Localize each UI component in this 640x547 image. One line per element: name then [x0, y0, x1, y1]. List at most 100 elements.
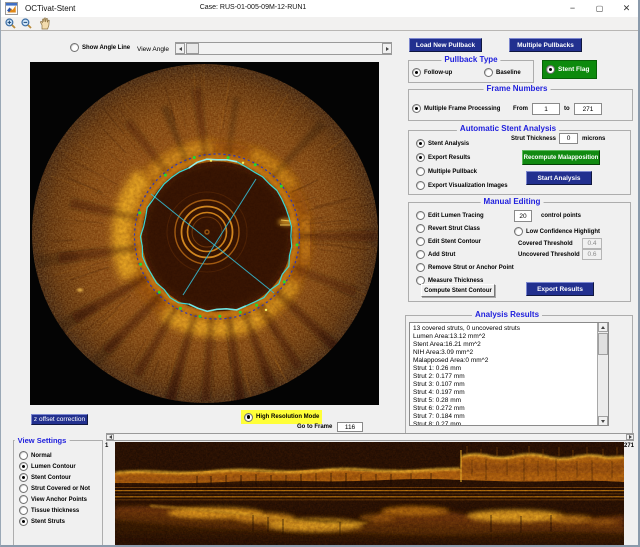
- results-scroll-down[interactable]: [598, 416, 608, 426]
- edit-stent-contour-radio[interactable]: Edit Stent Contour: [416, 237, 481, 246]
- pan-hand-icon[interactable]: [39, 17, 51, 30]
- view-angle-slider[interactable]: [175, 42, 392, 55]
- edit-lumen-tracing-radio-circle[interactable]: [416, 211, 425, 220]
- covered-threshold-input[interactable]: [582, 238, 602, 249]
- zoom-out-icon[interactable]: [21, 18, 32, 29]
- add-strut-label: Add Strut: [428, 252, 455, 258]
- view-normal-radio[interactable]: Normal: [19, 451, 52, 460]
- oct-cross-section-image[interactable]: [30, 62, 379, 405]
- multiple-frame-processing-radio[interactable]: Multiple Frame Processing: [412, 104, 500, 113]
- export-visualization-radio-circle[interactable]: [416, 181, 425, 190]
- export-results-radio[interactable]: Export Results: [416, 153, 470, 162]
- results-scroll-thumb[interactable]: [598, 333, 608, 355]
- baseline-radio-circle[interactable]: [484, 68, 493, 77]
- slider-right-arrow[interactable]: [382, 43, 392, 54]
- baseline-label: Baseline: [496, 70, 521, 76]
- results-scrollbar[interactable]: [597, 323, 608, 425]
- view-lumen-contour-radio-circle[interactable]: [19, 462, 28, 471]
- revert-strut-class-radio-circle[interactable]: [416, 224, 425, 233]
- baseline-radio[interactable]: Baseline: [484, 68, 521, 77]
- uncovered-threshold-label: Uncovered Threshold: [518, 252, 580, 258]
- pullback-type-title: Pullback Type: [441, 55, 500, 64]
- remove-strut-radio-circle[interactable]: [416, 263, 425, 272]
- minimize-button[interactable]: −: [560, 0, 585, 17]
- low-confidence-label: Low Confidence Highlight: [526, 229, 600, 235]
- maximize-button[interactable]: ▢: [587, 0, 612, 17]
- view-normal-radio-circle[interactable]: [19, 451, 28, 460]
- zoom-in-icon[interactable]: [5, 18, 16, 29]
- view-anchor-points-radio[interactable]: View Anchor Points: [19, 495, 87, 504]
- view-tissue-thickness-radio[interactable]: Tissue thickness: [19, 506, 79, 515]
- stent-flag-radio-circle[interactable]: [546, 65, 555, 74]
- view-stent-struts-radio-circle[interactable]: [19, 517, 28, 526]
- view-stent-contour-radio[interactable]: Stent Contour: [19, 473, 71, 482]
- case-label: Case: RUS-01-005-09M-12-RUN1: [200, 4, 307, 11]
- view-lumen-contour-radio[interactable]: Lumen Contour: [19, 462, 76, 471]
- view-stent-contour-radio-circle[interactable]: [19, 473, 28, 482]
- z-offset-correction-button[interactable]: z offset correction: [31, 414, 88, 425]
- stent-analysis-radio-circle[interactable]: [416, 139, 425, 148]
- multiple-pullback-radio[interactable]: Multiple Pullback: [416, 167, 477, 176]
- start-analysis-button[interactable]: Start Analysis: [526, 171, 592, 185]
- followup-radio[interactable]: Follow-up: [412, 68, 452, 77]
- remove-strut-radio[interactable]: Remove Strut or Anchor Point: [416, 263, 514, 272]
- from-frame-input[interactable]: [532, 103, 560, 115]
- export-visualization-radio[interactable]: Export Visualization Images: [416, 181, 508, 190]
- multiple-pullback-radio-circle[interactable]: [416, 167, 425, 176]
- result-line: Strut 5: 0.28 mm: [410, 397, 608, 405]
- auto-analysis-title: Automatic Stent Analysis: [457, 124, 559, 133]
- to-frame-input[interactable]: [574, 103, 602, 115]
- analysis-results-title: Analysis Results: [472, 310, 542, 319]
- strut-thickness-input[interactable]: [559, 133, 578, 144]
- view-stent-struts-radio[interactable]: Stent Struts: [19, 517, 65, 526]
- multiple-pullbacks-button[interactable]: Multiple Pullbacks: [509, 38, 582, 52]
- microns-label: microns: [582, 136, 605, 142]
- manual-editing-title: Manual Editing: [481, 197, 544, 206]
- frame-numbers-title: Frame Numbers: [484, 84, 551, 93]
- view-tissue-thickness-radio-circle[interactable]: [19, 506, 28, 515]
- results-scroll-up[interactable]: [598, 322, 608, 332]
- show-angle-line-radio-circle[interactable]: [70, 43, 79, 52]
- export-results-radio-circle[interactable]: [416, 153, 425, 162]
- close-button[interactable]: ✕: [614, 0, 639, 17]
- slider-thumb[interactable]: [186, 43, 199, 54]
- uncovered-threshold-input[interactable]: [582, 249, 602, 260]
- toolbar: [1, 17, 640, 31]
- multiple-frame-processing-radio-circle[interactable]: [412, 104, 421, 113]
- followup-radio-circle[interactable]: [412, 68, 421, 77]
- show-angle-line-radio[interactable]: Show Angle Line: [70, 43, 130, 52]
- edit-lumen-tracing-label: Edit Lumen Tracing: [428, 213, 484, 219]
- add-strut-radio[interactable]: Add Strut: [416, 250, 455, 259]
- revert-strut-class-radio[interactable]: Revert Strut Class: [416, 224, 480, 233]
- oct-longitudinal-image[interactable]: [115, 442, 624, 547]
- high-resolution-mode-radio[interactable]: High Resolution Mode: [241, 410, 322, 424]
- analysis-results-listbox[interactable]: 13 covered struts, 0 uncovered struts Lu…: [409, 322, 609, 426]
- view-anchor-points-radio-circle[interactable]: [19, 495, 28, 504]
- low-confidence-radio-circle[interactable]: [514, 227, 523, 236]
- low-confidence-radio[interactable]: Low Confidence Highlight: [514, 227, 600, 236]
- load-new-pullback-button[interactable]: Load New Pullback: [409, 38, 482, 52]
- followup-label: Follow-up: [424, 70, 452, 76]
- compute-stent-contour-button[interactable]: Compute Stent Contour: [421, 284, 495, 297]
- strip-start-label: 1: [105, 443, 108, 449]
- control-points-input[interactable]: [514, 210, 532, 222]
- view-strut-covered-radio[interactable]: Strut Covered or Not: [19, 484, 90, 493]
- edit-lumen-tracing-radio[interactable]: Edit Lumen Tracing: [416, 211, 484, 220]
- slider-left-arrow[interactable]: [175, 43, 185, 54]
- export-results-button[interactable]: Export Results: [526, 282, 594, 296]
- strip-scroll-left-arrow[interactable]: [106, 434, 114, 440]
- export-visualization-label: Export Visualization Images: [428, 183, 508, 189]
- view-angle-label: View Angle: [137, 46, 169, 53]
- strip-scroll-right-arrow[interactable]: [626, 434, 634, 440]
- view-stent-struts-label: Stent Struts: [31, 519, 65, 525]
- strip-scrollbar[interactable]: [106, 433, 634, 441]
- strut-thickness-label: Strut Thickness: [511, 136, 556, 142]
- add-strut-radio-circle[interactable]: [416, 250, 425, 259]
- go-to-frame-input[interactable]: [337, 422, 363, 432]
- high-resolution-mode-radio-circle[interactable]: [244, 413, 253, 422]
- stent-analysis-radio[interactable]: Stent Analysis: [416, 139, 469, 148]
- view-strut-covered-radio-circle[interactable]: [19, 484, 28, 493]
- edit-stent-contour-radio-circle[interactable]: [416, 237, 425, 246]
- recompute-malapposition-button[interactable]: Recompute Malapposition: [522, 150, 600, 165]
- stent-flag-toggle[interactable]: Stent Flag: [542, 60, 597, 79]
